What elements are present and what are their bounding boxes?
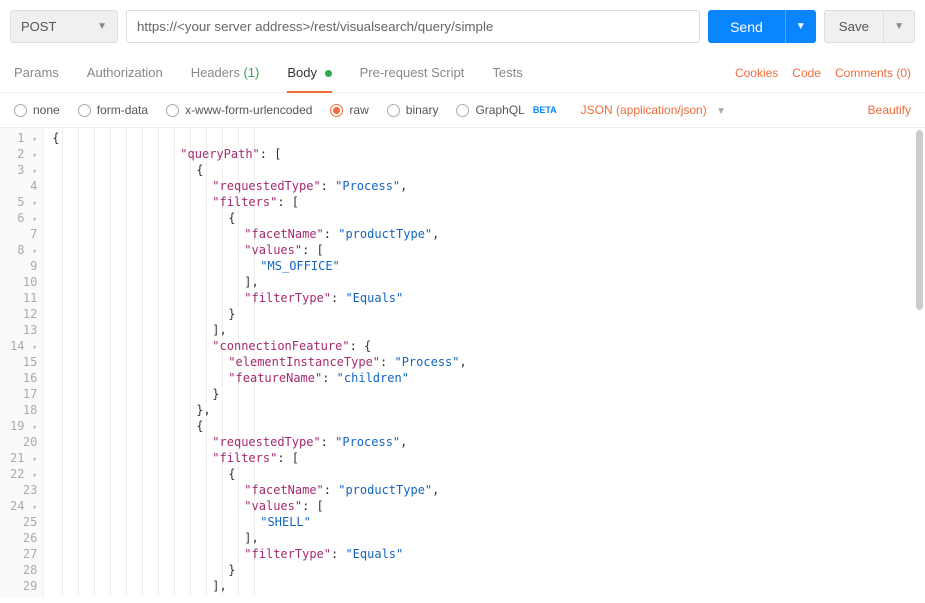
code-line: "filterType": "Equals" [52,546,925,562]
code-line: ], [52,322,925,338]
tab-prerequest-script[interactable]: Pre-request Script [360,53,465,92]
code-line: "filters": [ [52,450,925,466]
code-line: "filterType": "Equals" [52,290,925,306]
code-line: "facetName": "productType", [52,226,925,242]
tab-tests[interactable]: Tests [492,53,522,92]
code-line: "values": [ [52,498,925,514]
body-type-raw[interactable]: raw [330,103,368,117]
chevron-down-icon: ▼ [716,106,726,117]
code-line: "connectionFeature": { [52,338,925,354]
editor-gutter: 1 ▾2 ▾3 ▾45 ▾6 ▾78 ▾91011121314 ▾1516171… [0,128,44,598]
code-line: "elementInstanceType": "Process", [52,354,925,370]
code-line: "MS_OFFICE" [52,258,925,274]
code-line: { [52,162,925,178]
http-method-select[interactable]: POST ▼ [10,10,118,43]
url-input[interactable] [126,10,700,43]
body-type-binary[interactable]: binary [387,103,439,117]
code-line: ], [52,530,925,546]
code-line: ], [52,578,925,594]
code-line: "requestedType": "Process", [52,178,925,194]
send-dropdown-button[interactable]: ▼ [785,10,816,43]
save-button[interactable]: Save [824,10,884,43]
code-line: ], [52,274,925,290]
cookies-link[interactable]: Cookies [735,66,778,80]
body-type-xwww[interactable]: x-www-form-urlencoded [166,103,312,117]
code-line: "filters": [ [52,194,925,210]
code-line: "facetName": "productType", [52,482,925,498]
body-type-none[interactable]: none [14,103,60,117]
code-line: "featureName": "children" [52,370,925,386]
editor-code[interactable]: {"queryPath": [{"requestedType": "Proces… [44,128,925,596]
code-line: } [52,562,925,578]
body-editor[interactable]: 1 ▾2 ▾3 ▾45 ▾6 ▾78 ▾91011121314 ▾1516171… [0,128,925,598]
comments-link[interactable]: Comments (0) [835,66,911,80]
code-line: } [52,306,925,322]
body-type-formdata[interactable]: form-data [78,103,148,117]
content-type-select[interactable]: JSON (application/json) ▼ [581,103,726,117]
chevron-down-icon: ▼ [97,21,107,32]
tab-body[interactable]: Body [287,53,331,92]
body-active-dot-icon [325,70,332,77]
code-line: { [52,210,925,226]
body-type-graphql[interactable]: GraphQLBETA [456,103,556,117]
send-button[interactable]: Send [708,10,785,43]
beautify-button[interactable]: Beautify [868,103,911,117]
tab-params[interactable]: Params [14,53,59,92]
http-method-value: POST [21,19,56,34]
code-line: { [52,130,925,146]
save-dropdown-button[interactable]: ▼ [884,10,915,43]
code-line: "values": [ [52,242,925,258]
tab-authorization[interactable]: Authorization [87,53,163,92]
code-line: "queryPath": [ [52,146,925,162]
code-line: "SHELL" [52,514,925,530]
code-link[interactable]: Code [792,66,821,80]
code-line: { [52,466,925,482]
code-line: "requestedType": "Process", [52,434,925,450]
code-line: }, [52,402,925,418]
tab-headers[interactable]: Headers (1) [191,53,260,92]
vertical-scrollbar[interactable] [916,130,923,310]
code-line: { [52,418,925,434]
code-line: } [52,386,925,402]
